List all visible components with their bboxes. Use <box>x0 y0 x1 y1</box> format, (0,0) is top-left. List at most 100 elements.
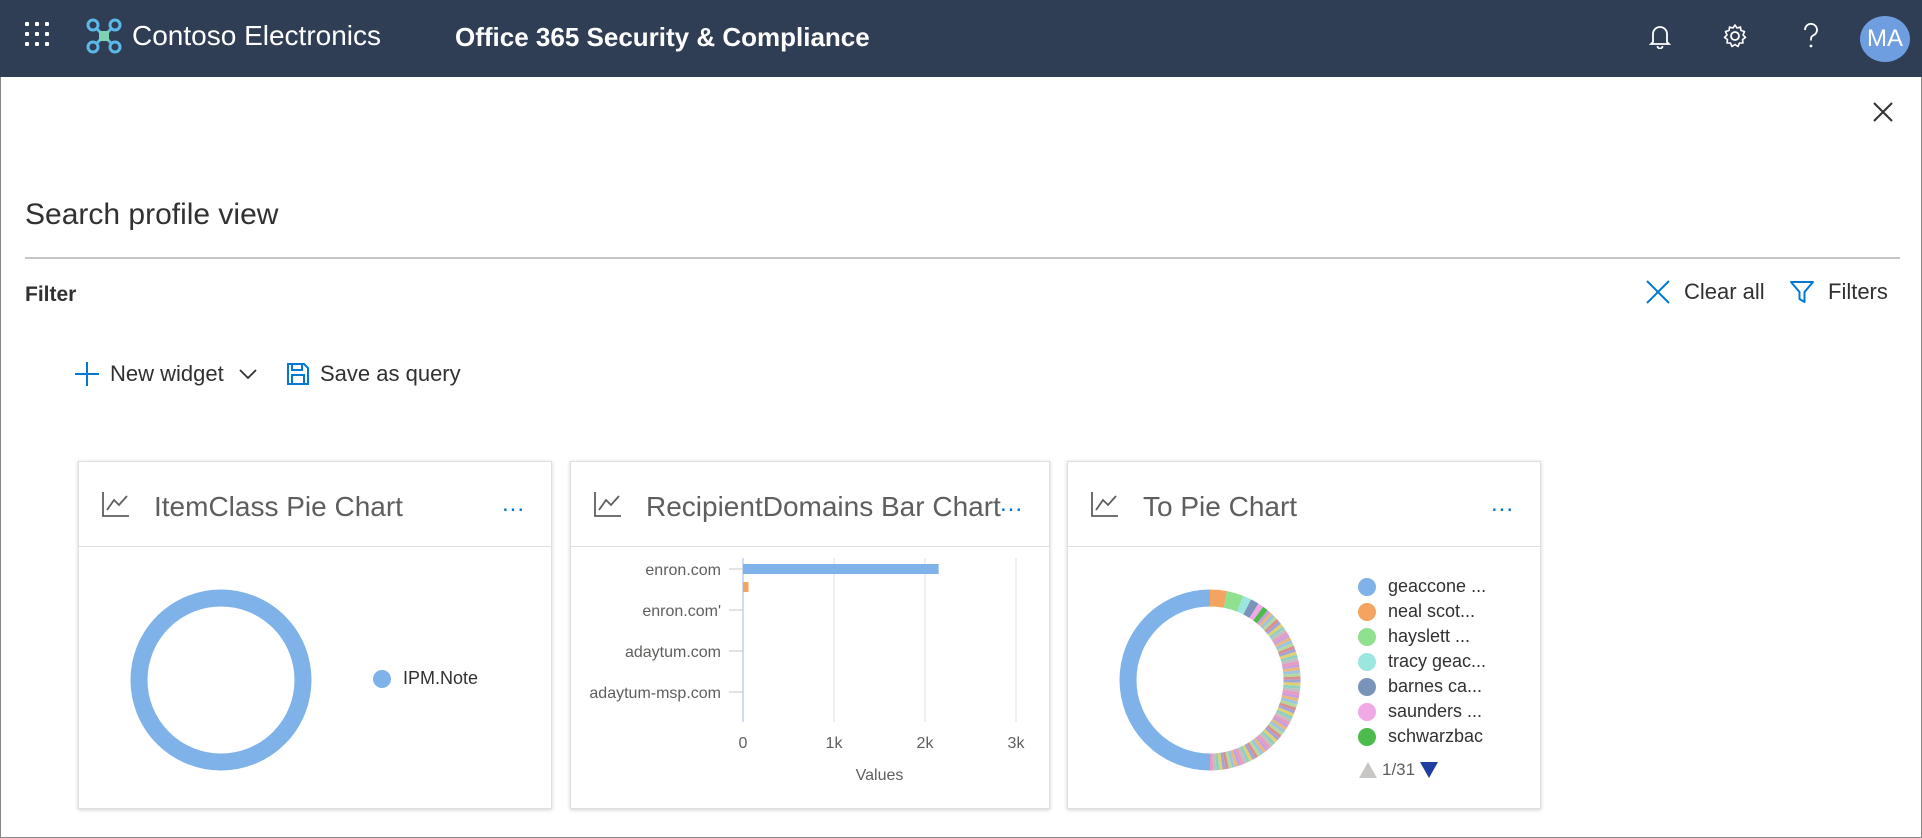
donut-slice-minor <box>1258 612 1273 627</box>
donut-slice-minor <box>1265 621 1281 635</box>
legend-item[interactable]: hayslett ... <box>1358 626 1470 647</box>
donut-slice-minor <box>1279 702 1297 711</box>
donut-slice <box>1243 599 1259 618</box>
donut-slice-minor <box>1273 714 1291 726</box>
donut-slice-minor <box>1281 660 1300 667</box>
donut-slice-minor <box>1278 704 1296 714</box>
donut-slice-minor <box>1239 746 1250 763</box>
legend-label: schwarzbac <box>1388 726 1484 746</box>
legend-list[interactable]: geaccone ... neal scot... hayslett ... t… <box>1358 576 1538 756</box>
app-launcher-icon[interactable] <box>25 22 51 48</box>
donut-slice-minor <box>1227 750 1236 768</box>
clear-all-button[interactable]: Clear all <box>1644 276 1765 308</box>
widget-header: RecipientDomains Bar Chart ... <box>571 462 1049 547</box>
legend-item[interactable]: IPM.Note <box>373 668 478 689</box>
to-donut-chart <box>1119 589 1301 771</box>
clear-all-label: Clear all <box>1684 279 1765 304</box>
bar <box>743 582 749 592</box>
recipientdomains-bar-chart: 0 1k 2k 3k enron.com enron.com' adaytum.com ada… <box>589 558 1026 784</box>
donut-slice-minor <box>1242 744 1253 762</box>
close-icon[interactable] <box>1870 99 1896 125</box>
donut-slice-minor <box>1257 734 1271 750</box>
legend-label: tracy geac... <box>1388 651 1487 671</box>
line-chart-icon <box>102 492 129 517</box>
donut-slice-minor <box>1268 723 1284 736</box>
help-icon[interactable] <box>1793 18 1829 54</box>
donut-slice-minor <box>1225 751 1232 769</box>
donut-slice-minor <box>1270 628 1287 641</box>
donut-slice-minor <box>1255 736 1269 752</box>
legend-dot <box>1358 627 1376 646</box>
donut-slice-minor <box>1281 657 1299 665</box>
donut-slice-minor <box>1266 725 1282 739</box>
legend-dot <box>373 669 391 688</box>
legend-item[interactable]: neal scot... <box>1358 601 1475 622</box>
donut-slice-minor <box>1230 749 1239 767</box>
donut-slice-minor <box>1274 711 1292 723</box>
save-as-query-button[interactable]: Save as query <box>286 358 461 390</box>
legend-label: saunders ... <box>1388 701 1483 721</box>
legend-item[interactable]: geaccone ... <box>1358 576 1486 597</box>
page-down-icon[interactable] <box>1419 761 1439 779</box>
bar <box>743 564 939 574</box>
donut-slice-minor <box>1269 626 1285 639</box>
donut-slice <box>1209 589 1227 608</box>
legend-label: barnes ca... <box>1388 676 1483 696</box>
more-options-button[interactable]: ... <box>1000 492 1023 516</box>
donut-slice-minor <box>1222 751 1229 770</box>
widget-title: ItemClass Pie Chart <box>154 491 403 522</box>
x-tick-label: 2k <box>917 735 935 752</box>
app-title[interactable]: Office 365 Security & Compliance <box>455 21 870 53</box>
pager-label: 1/31 <box>1382 760 1416 779</box>
category-label: enron.com <box>645 562 721 579</box>
legend-dot <box>1358 652 1376 671</box>
donut-slice-minor <box>1232 749 1242 767</box>
donut-slice-minor <box>1280 654 1298 662</box>
donut-slice-minor <box>1271 718 1287 731</box>
divider <box>25 257 1900 259</box>
legend-item[interactable]: schwarzbac <box>1358 726 1483 747</box>
legend-dot <box>1358 677 1376 696</box>
donut-slice-minor <box>1275 639 1293 650</box>
donut-slice-minor <box>1262 729 1278 743</box>
donut-slice-minor <box>1235 748 1244 766</box>
filters-button[interactable]: Filters <box>1788 276 1888 308</box>
donut-slice-minor <box>1253 737 1266 754</box>
donut-slice-minor <box>1267 623 1283 637</box>
legend-dot <box>1358 727 1376 746</box>
category-label: adaytum.com <box>625 644 721 661</box>
donut-slice-minor <box>1264 727 1280 741</box>
contoso-logo-icon <box>86 18 122 54</box>
donut-slice-minor <box>1279 651 1297 660</box>
donut-slice-minor <box>1281 692 1300 699</box>
legend-item[interactable]: saunders ... <box>1358 701 1482 722</box>
plus-icon <box>75 362 99 386</box>
more-options-button[interactable]: ... <box>1491 492 1514 516</box>
new-widget-button[interactable]: New widget <box>74 358 258 390</box>
widget-recipientdomains-bar-chart[interactable]: RecipientDomains Bar Chart ... 0 1k 2k 3k en… <box>570 461 1050 809</box>
x-tick-label: 3k <box>1008 735 1026 752</box>
legend-dot <box>1358 702 1376 721</box>
legend-label: hayslett ... <box>1388 626 1471 646</box>
widget-itemclass-pie-chart[interactable]: ItemClass Pie Chart ... IPM.Note <box>78 461 552 809</box>
x-tick-label: 0 <box>739 735 748 752</box>
category-label: adaytum-msp.com <box>589 685 721 702</box>
bell-icon[interactable] <box>1642 18 1678 54</box>
donut-slice-minor <box>1260 614 1275 629</box>
avatar[interactable]: MA <box>1860 16 1910 62</box>
more-options-button[interactable]: ... <box>502 492 525 516</box>
donut-slice-minor <box>1281 694 1299 702</box>
close-icon <box>1646 280 1670 304</box>
gear-icon[interactable] <box>1717 18 1753 54</box>
page-up-icon[interactable] <box>1358 761 1378 779</box>
page-title: Search profile view <box>25 198 279 231</box>
legend-item[interactable]: tracy geac... <box>1358 651 1486 672</box>
widget-header: To Pie Chart ... <box>1068 462 1540 547</box>
brand-name[interactable]: Contoso Electronics <box>132 19 381 53</box>
save-icon <box>287 363 309 385</box>
legend-label: geaccone ... <box>1388 576 1487 596</box>
itemclass-donut-chart <box>130 589 312 771</box>
widget-to-pie-chart[interactable]: To Pie Chart ... geaccone ... neal scot.… <box>1067 461 1541 809</box>
legend-item[interactable]: barnes ca... <box>1358 676 1482 697</box>
category-label: enron.com' <box>642 603 721 620</box>
